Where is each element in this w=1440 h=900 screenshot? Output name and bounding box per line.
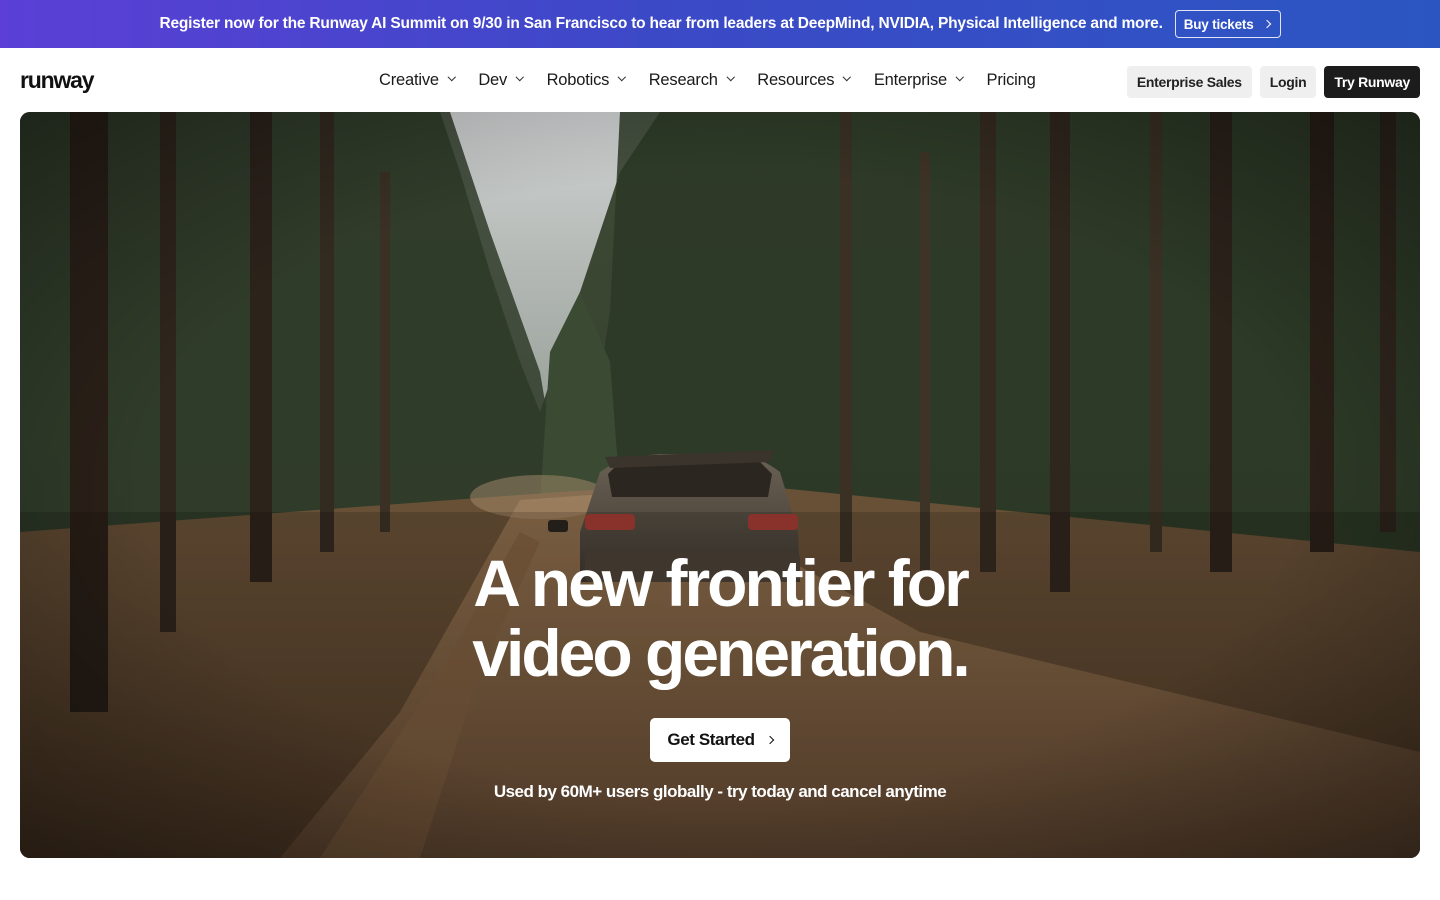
chevron-right-icon [765,735,774,745]
announcement-text: Register now for the Runway AI Summit on… [159,15,1163,32]
nav-item-dev[interactable]: Dev [478,70,524,90]
get-started-label: Get Started [667,730,755,749]
site-header: runway Creative Dev Robotics Research Re… [0,48,1440,112]
nav-item-robotics[interactable]: Robotics [546,70,626,90]
hero-section: A new frontier for video generation. Get… [20,112,1420,858]
chevron-down-icon [618,73,626,81]
nav-item-pricing[interactable]: Pricing [987,71,1036,90]
nav-label: Research [648,70,718,89]
hero-title-line2: video generation. [472,616,970,690]
header-actions: Enterprise Sales Login Try Runway [1126,66,1420,98]
enterprise-sales-button[interactable]: Enterprise Sales [1126,66,1252,98]
hero-subtitle: Used by 60M+ users globally - try today … [493,782,947,801]
nav-item-research[interactable]: Research [648,70,735,90]
buy-tickets-button[interactable]: Buy tickets [1174,10,1281,38]
hero-title-line1: A new frontier for [473,546,970,620]
nav-item-resources[interactable]: Resources [757,70,851,90]
hero-title: A new frontier for video generation. [20,548,1420,688]
try-runway-button[interactable]: Try Runway [1324,66,1420,98]
chevron-right-icon [1262,19,1271,29]
chevron-down-icon [955,73,964,81]
nav-item-creative[interactable]: Creative [379,70,456,90]
chevron-down-icon [515,73,524,81]
runway-logo[interactable]: runway [20,67,95,94]
main-nav: Creative Dev Robotics Research Resources… [379,48,1036,112]
announcement-bar: Register now for the Runway AI Summit on… [0,0,1440,48]
login-button[interactable]: Login [1259,66,1317,98]
chevron-down-icon [447,73,456,81]
chevron-down-icon [726,73,735,81]
nav-item-enterprise[interactable]: Enterprise [873,70,964,90]
nav-label: Resources [757,70,835,89]
buy-tickets-label: Buy tickets [1183,16,1254,32]
nav-label: Dev [478,70,508,89]
nav-label: Pricing [986,70,1036,89]
get-started-button[interactable]: Get Started [650,718,790,762]
nav-label: Creative [379,70,439,89]
nav-label: Enterprise [873,70,948,89]
nav-label: Robotics [546,70,610,89]
chevron-down-icon [843,73,851,81]
